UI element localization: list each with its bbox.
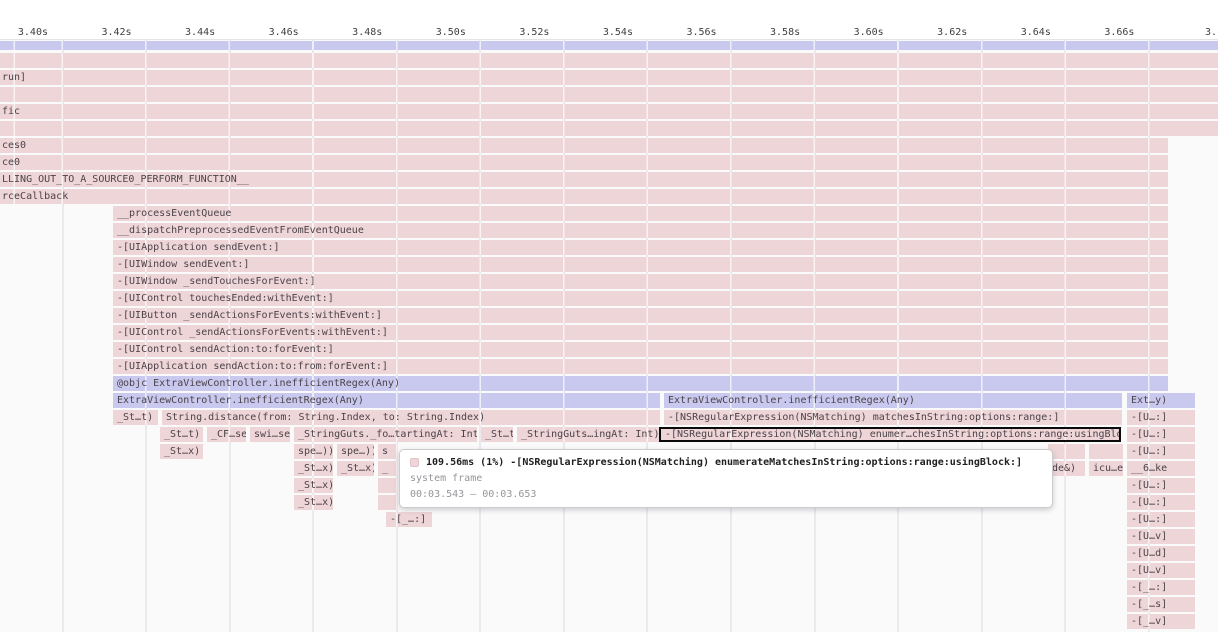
tooltip-title: 109.56ms (1%) -[NSRegularExpression(NSMa… xyxy=(426,457,1022,468)
ruler-tick-label: 3.56s xyxy=(657,27,717,38)
flame-bar[interactable]: _StringGuts…ingAt: Int) xyxy=(517,427,659,442)
flame-bar[interactable]: fic xyxy=(0,104,1218,119)
flame-bar[interactable] xyxy=(1048,444,1085,459)
flame-bar[interactable] xyxy=(1089,444,1123,459)
flame-bar[interactable]: -[U…:] xyxy=(1127,427,1195,442)
flame-bar[interactable]: Ext…y) xyxy=(1127,393,1195,408)
tooltip-time-range: 00:03.543 — 00:03.653 xyxy=(410,489,1042,500)
flame-bar[interactable]: icu…e&) xyxy=(1089,461,1123,476)
ruler-tick-label: 3.54s xyxy=(573,27,633,38)
ruler-tick-label-partial: 3. xyxy=(1205,27,1218,38)
flame-bar[interactable] xyxy=(378,478,398,493)
flame-bar[interactable]: _St…x) xyxy=(294,495,333,510)
flame-bar[interactable]: -[_…:] xyxy=(386,512,432,527)
ruler-tick-label: 3.62s xyxy=(907,27,967,38)
flame-bar[interactable]: __6…ke xyxy=(1127,461,1195,476)
ruler-tick-label: 3.66s xyxy=(1074,27,1134,38)
flame-bar[interactable]: -[U…:] xyxy=(1127,495,1195,510)
flame-bar[interactable]: -[_…s] xyxy=(1127,597,1195,612)
flame-bar[interactable]: de&) xyxy=(1048,461,1085,476)
ruler-tick-label: 3.46s xyxy=(239,27,299,38)
flame-bar[interactable]: -[U…:] xyxy=(1127,512,1195,527)
flame-bar[interactable]: -[U…v] xyxy=(1127,529,1195,544)
flame-bar[interactable]: rceCallback xyxy=(0,189,1168,204)
flame-bar[interactable]: _CF…se xyxy=(207,427,246,442)
time-ruler: 3. 3.40s 3.42s 3.44s 3.46s 3.48s 3.50s 3.52s 3.… xyxy=(0,0,1218,40)
flame-bar[interactable]: String.distance(from: String.Index, to: … xyxy=(162,410,660,425)
flame-bar[interactable]: __dispatchPreprocessedEventFromEventQueu… xyxy=(113,223,1168,238)
ruler-tick-label: 3.40s xyxy=(0,27,48,38)
flame-bar[interactable] xyxy=(0,41,1218,50)
flame-bar[interactable]: -[U…:] xyxy=(1127,444,1195,459)
flame-chart: 3. 3.40s 3.42s 3.44s 3.46s 3.48s 3.50s 3.52s 3.… xyxy=(0,0,1218,632)
flame-bar[interactable]: -[_…:] xyxy=(1127,580,1195,595)
flame-bar[interactable]: run] xyxy=(0,70,1218,85)
flame-bar[interactable]: ExtraViewController.inefficientRegex(Any… xyxy=(113,393,660,408)
flame-bar[interactable]: __processEventQueue xyxy=(113,206,1168,221)
flame-bar[interactable]: _St…t) xyxy=(481,427,513,442)
flame-bar[interactable]: -[UIControl sendAction:to:forEvent:] xyxy=(113,342,1168,357)
flame-bar[interactable]: ExtraViewController.inefficientRegex(Any… xyxy=(664,393,1122,408)
ruler-tick-label: 3.44s xyxy=(155,27,215,38)
flame-bar[interactable]: -[UIApplication sendEvent:] xyxy=(113,240,1168,255)
flame-bar[interactable] xyxy=(0,87,1218,102)
flame-bar[interactable]: _St…t) xyxy=(160,427,203,442)
flame-bar[interactable]: spe…)) xyxy=(294,444,333,459)
flame-bar[interactable]: _St…x) xyxy=(160,444,203,459)
flame-bar[interactable]: swi…se xyxy=(250,427,290,442)
ruler-tick-label: 3.64s xyxy=(991,27,1051,38)
flame-bar[interactable]: _ xyxy=(378,461,398,476)
ruler-tick-label: 3.60s xyxy=(824,27,884,38)
ruler-tick-label: 3.48s xyxy=(322,27,382,38)
flame-bar[interactable]: @objc ExtraViewController.inefficientReg… xyxy=(113,376,1168,391)
flame-bar[interactable]: _St…t) xyxy=(113,410,158,425)
flame-bar[interactable]: -[UIApplication sendAction:to:from:forEv… xyxy=(113,359,1168,374)
ruler-tick-label: 3.58s xyxy=(740,27,800,38)
flame-bar[interactable]: _St…x) xyxy=(294,478,333,493)
flame-bar[interactable]: spe…)) xyxy=(337,444,374,459)
flame-bar[interactable]: _St…x) xyxy=(294,461,333,476)
flame-bar[interactable]: ce0 xyxy=(0,155,1168,170)
flame-bar[interactable]: -[U…:] xyxy=(1127,478,1195,493)
flame-bar[interactable] xyxy=(0,121,1218,136)
flame-bar[interactable]: -[UIWindow sendEvent:] xyxy=(113,257,1168,272)
flame-bar[interactable]: -[U…d] xyxy=(1127,546,1195,561)
flame-bar[interactable]: -[UIButton _sendActionsForEvents:withEve… xyxy=(113,308,1168,323)
flame-bar-selected[interactable]: -[NSRegularExpression(NSMatching) enumer… xyxy=(659,427,1121,442)
flame-bar[interactable]: _StringGuts._fo…tartingAt: Int) xyxy=(294,427,477,442)
flame-bar[interactable]: _St…x) xyxy=(337,461,374,476)
flame-bar[interactable]: ces0 xyxy=(0,138,1168,153)
flame-bar[interactable]: -[UIControl _sendActionsForEvents:withEv… xyxy=(113,325,1168,340)
tooltip-frame-kind: system frame xyxy=(410,473,1042,484)
ruler-tick-label: 3.52s xyxy=(489,27,549,38)
flame-bar[interactable]: -[U…v] xyxy=(1127,563,1195,578)
flame-bar[interactable] xyxy=(378,495,398,510)
flame-bar[interactable]: -[UIWindow _sendTouchesForEvent:] xyxy=(113,274,1168,289)
flame-bar[interactable]: -[_…v] xyxy=(1127,614,1195,629)
ruler-tick-label: 3.42s xyxy=(72,27,132,38)
flame-bar[interactable] xyxy=(0,53,1218,68)
tooltip-color-swatch-icon xyxy=(410,458,419,467)
flame-bar[interactable]: -[NSRegularExpression(NSMatching) matche… xyxy=(664,410,1122,425)
flame-bar[interactable]: -[U…:] xyxy=(1127,410,1195,425)
flame-bar[interactable]: LLING_OUT_TO_A_SOURCE0_PERFORM_FUNCTION_… xyxy=(0,172,1168,187)
flame-bar[interactable]: s xyxy=(378,444,398,459)
flame-bar[interactable]: -[UIControl touchesEnded:withEvent:] xyxy=(113,291,1168,306)
ruler-tick-label: 3.50s xyxy=(406,27,466,38)
frame-tooltip: 109.56ms (1%) -[NSRegularExpression(NSMa… xyxy=(399,449,1053,508)
